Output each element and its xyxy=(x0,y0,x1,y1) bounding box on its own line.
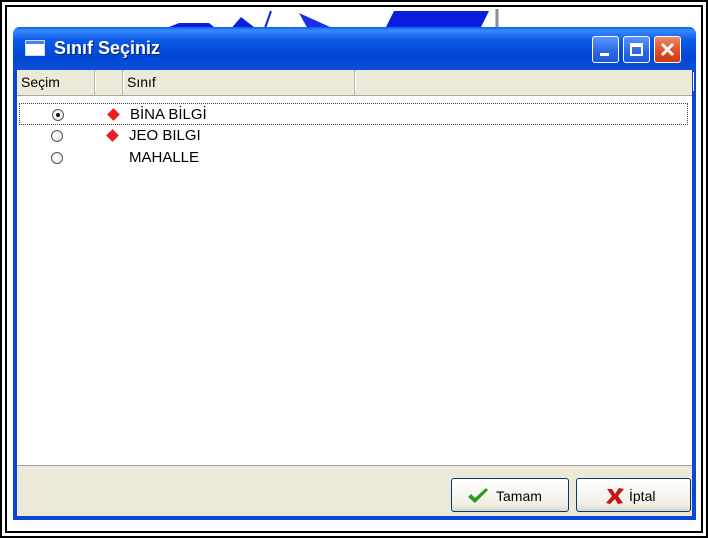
list-header: Seçim Sınıf xyxy=(17,70,694,96)
column-header-selection[interactable]: Seçim xyxy=(17,70,96,95)
red-diamond-icon xyxy=(106,129,119,142)
close-button[interactable] xyxy=(654,36,681,63)
minimize-button[interactable] xyxy=(592,36,619,63)
maximize-icon xyxy=(630,43,643,56)
window-icon xyxy=(25,40,45,56)
list-item[interactable]: BİNA BİLGİ xyxy=(19,103,688,125)
title-bar[interactable]: Sınıf Seçiniz xyxy=(13,27,696,70)
ok-button-label: Tamam xyxy=(496,488,542,504)
radio-button[interactable] xyxy=(51,130,63,142)
class-list[interactable]: Seçim Sınıf BİNA BİLGİ JEO BILGI MAHALLE xyxy=(17,70,694,466)
ok-button[interactable]: Tamam xyxy=(451,478,569,512)
list-item[interactable]: JEO BILGI xyxy=(19,125,688,147)
minimize-icon xyxy=(600,53,609,56)
radio-button-checked[interactable] xyxy=(52,109,64,121)
close-icon xyxy=(660,42,675,57)
column-header-marker[interactable] xyxy=(95,70,124,95)
maximize-button[interactable] xyxy=(623,36,650,63)
red-diamond-icon xyxy=(107,108,120,121)
list-item-label: BİNA BİLGİ xyxy=(130,106,207,123)
cancel-button-label: İptal xyxy=(629,488,656,504)
radio-button[interactable] xyxy=(51,152,63,164)
list-item[interactable]: MAHALLE xyxy=(19,147,688,169)
dialog-client-area: Seçim Sınıf BİNA BİLGİ JEO BILGI MAHALLE xyxy=(17,70,694,516)
window-title: Sınıf Seçiniz xyxy=(54,38,161,58)
checkmark-icon xyxy=(468,488,488,503)
list-item-label: MAHALLE xyxy=(129,149,200,166)
x-icon xyxy=(606,488,624,504)
column-header-class[interactable]: Sınıf xyxy=(123,70,356,95)
class-select-dialog: Sınıf Seçiniz Seçim Sınıf BİNA BİLGİ JEO… xyxy=(13,27,696,520)
column-header-filler xyxy=(355,70,694,95)
cancel-button[interactable]: İptal xyxy=(576,478,691,512)
list-item-label: JEO BILGI xyxy=(129,127,201,144)
